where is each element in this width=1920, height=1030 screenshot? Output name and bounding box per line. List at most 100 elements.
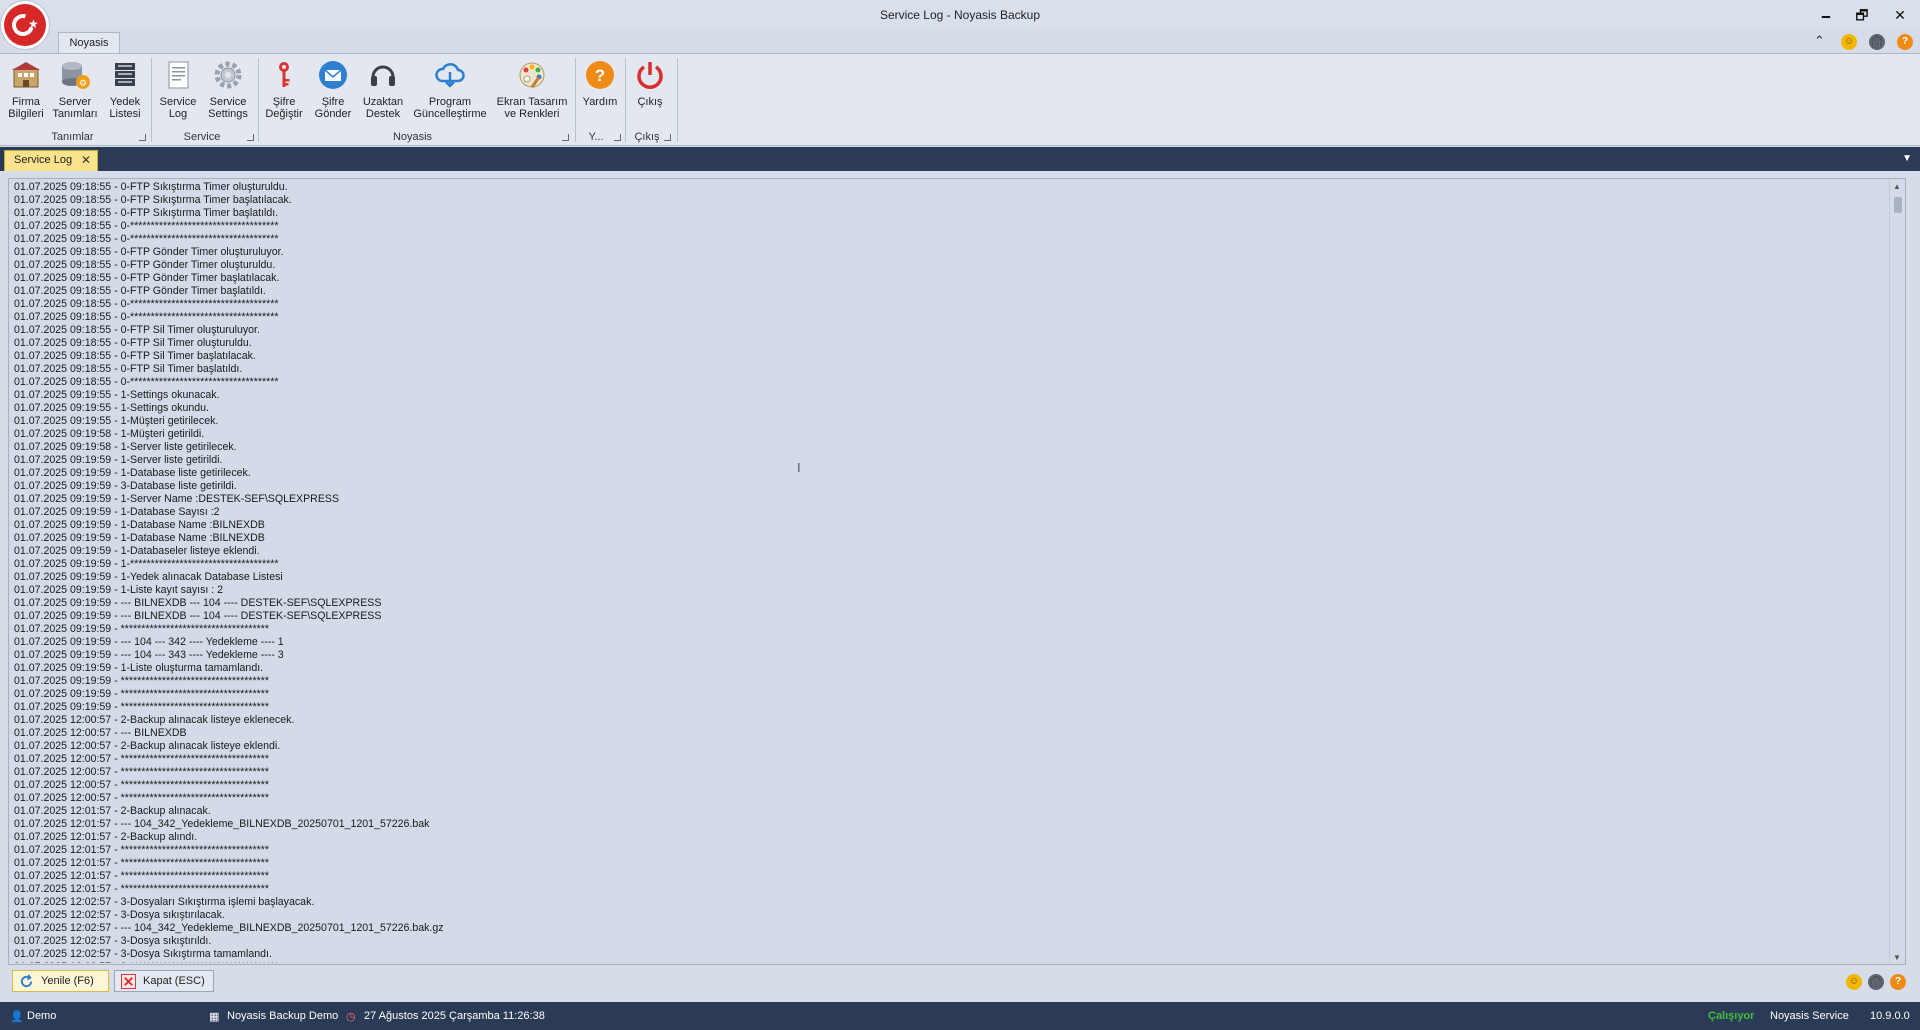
log-line: 01.07.2025 09:18:55 - 0-****************…	[14, 298, 279, 310]
group-launcher-icon[interactable]	[562, 134, 569, 141]
btn-label: Firma	[11, 96, 41, 108]
tab-label: Service Log	[14, 154, 73, 166]
log-line: 01.07.2025 09:18:55 - 0-FTP Gönder Timer…	[14, 272, 280, 284]
refresh-button[interactable]: Yenile (F6)	[12, 970, 109, 992]
status-service[interactable]: Noyasis Service	[1770, 1010, 1849, 1022]
service-log-button[interactable]: Service Log	[156, 58, 200, 120]
service-log-memo[interactable]: 01.07.2025 09:18:55 - 0-FTP Sıkıştırma T…	[8, 178, 1906, 965]
close-label: Kapat (ESC)	[143, 975, 205, 987]
headset-icon	[366, 58, 400, 92]
log-line: 01.07.2025 12:02:57 - 3-Dosya sıkıştırıl…	[14, 909, 225, 921]
backup-list-icon	[108, 58, 142, 92]
minimize-button[interactable]: 🗕	[1813, 4, 1839, 26]
server-tanimlari-button[interactable]: ⚙ Server Tanımları	[52, 58, 98, 120]
close-button[interactable]: ✕	[1887, 4, 1913, 26]
sifre-gonder-button[interactable]: Şifre Gönder	[310, 58, 356, 120]
log-line: 01.07.2025 09:18:55 - 0-FTP Gönder Timer…	[14, 285, 266, 297]
restore-button[interactable]: 🗗	[1849, 4, 1875, 26]
cikis-button[interactable]: Çıkış	[630, 58, 670, 108]
scroll-down-icon[interactable]: ▼	[1893, 953, 1901, 962]
service-settings-button[interactable]: Service Settings	[204, 58, 252, 120]
help-icon[interactable]: ?	[1890, 974, 1906, 990]
tab-list-dropdown-icon[interactable]: ▼	[1902, 153, 1912, 164]
group-launcher-icon[interactable]	[139, 134, 146, 141]
log-line: 01.07.2025 09:19:59 - ******************…	[14, 701, 270, 713]
collapse-ribbon-icon[interactable]: ⌃	[1814, 33, 1825, 49]
close-form-button[interactable]: Kapat (ESC)	[114, 970, 214, 992]
group-launcher-icon[interactable]	[664, 134, 671, 141]
close-tab-icon[interactable]: ✕	[81, 151, 91, 170]
key-icon	[267, 58, 301, 92]
power-icon	[633, 58, 667, 92]
scroll-thumb[interactable]	[1894, 197, 1902, 213]
yedek-listesi-button[interactable]: Yedek Listesi	[104, 58, 146, 120]
log-line: 01.07.2025 12:02:57 - 3-****************…	[14, 961, 1884, 963]
log-line: 01.07.2025 12:00:57 - ******************…	[14, 792, 270, 804]
sifre-degistir-button[interactable]: Şifre Değiştir	[262, 58, 306, 120]
btn-label: Uzaktan	[362, 96, 404, 108]
user-icon: 👤	[10, 1011, 24, 1023]
group-separator	[258, 58, 259, 142]
svg-text:?: ?	[595, 66, 605, 85]
log-line: 01.07.2025 09:18:55 - 0-FTP Sıkıştırma T…	[14, 181, 288, 193]
btn-label: Değiştir	[265, 108, 303, 120]
log-line: 01.07.2025 09:18:55 - 0-FTP Gönder Timer…	[14, 246, 284, 258]
group-separator	[677, 58, 678, 142]
log-line: 01.07.2025 09:18:55 - 0-FTP Sil Timer ol…	[14, 337, 252, 349]
app-logo-icon[interactable]: ★	[4, 4, 46, 46]
btn-label: Çıkış	[637, 96, 663, 108]
btn-label: Güncelleştirme	[413, 108, 487, 120]
bottom-button-bar: Yenile (F6) Kapat (ESC) ☺ 🎧 ?	[0, 967, 1920, 997]
uzaktan-destek-button[interactable]: Uzaktan Destek	[360, 58, 406, 120]
btn-label: Tanımları	[52, 108, 98, 120]
log-document-icon	[161, 58, 195, 92]
help-icon[interactable]: ?	[1897, 34, 1913, 50]
support-headset-icon[interactable]: 🎧	[1869, 34, 1885, 50]
btn-label: ve Renkleri	[504, 108, 560, 120]
log-line: 01.07.2025 09:19:59 - 1-Database Name :B…	[14, 532, 265, 544]
ribbon: Firma Bilgileri ⚙ Server Tanımları Yedek…	[0, 53, 1920, 146]
log-line: 01.07.2025 12:00:57 - 2-Backup alınacak …	[14, 740, 281, 752]
status-datetime: 27 Ağustos 2025 Çarşamba 11:26:38	[364, 1010, 545, 1022]
log-line: 01.07.2025 09:19:55 - 1-Müşteri getirile…	[14, 415, 219, 427]
log-line: 01.07.2025 09:18:55 - 0-FTP Sil Timer ba…	[14, 363, 243, 375]
log-line: 01.07.2025 09:19:59 - 1-Database Sayısı …	[14, 506, 220, 518]
help-circle-icon: ?	[583, 58, 617, 92]
group-separator	[575, 58, 576, 142]
btn-label: Service	[159, 96, 197, 108]
text-cursor-icon: I	[797, 460, 801, 475]
btn-label: Şifre	[321, 96, 345, 108]
log-line: 01.07.2025 09:18:55 - 0-FTP Sıkıştırma T…	[14, 194, 292, 206]
smiley-icon[interactable]: ☺	[1841, 34, 1857, 50]
tab-service-log[interactable]: Service Log ✕	[4, 150, 98, 171]
btn-label: Destek	[365, 108, 401, 120]
btn-label: Listesi	[109, 108, 141, 120]
log-line: 01.07.2025 12:01:57 - 2-Backup alınacak.	[14, 805, 211, 817]
close-red-icon	[121, 974, 136, 989]
refresh-icon	[20, 974, 33, 988]
tab-noyasis[interactable]: Noyasis	[58, 32, 120, 54]
smiley-icon[interactable]: ☺	[1846, 974, 1862, 990]
support-headset-icon[interactable]: 🎧	[1868, 974, 1884, 990]
group-launcher-icon[interactable]	[614, 134, 621, 141]
log-line: 01.07.2025 12:00:57 - ******************…	[14, 766, 270, 778]
log-line: 01.07.2025 09:18:55 - 0-FTP Gönder Timer…	[14, 259, 276, 271]
cloud-download-icon	[433, 58, 467, 92]
yardim-button[interactable]: ? Yardım	[580, 58, 620, 108]
log-line: 01.07.2025 09:19:59 - --- BILNEXDB --- 1…	[14, 610, 382, 622]
ekran-tasarim-button[interactable]: Ekran Tasarım ve Renkleri	[494, 58, 570, 120]
log-line: 01.07.2025 12:00:57 - --- BILNEXDB	[14, 727, 187, 739]
log-line: 01.07.2025 09:18:55 - 0-****************…	[14, 233, 279, 245]
scroll-up-icon[interactable]: ▲	[1893, 182, 1901, 191]
log-line: 01.07.2025 09:19:58 - 1-Müşteri getirild…	[14, 428, 205, 440]
log-line: 01.07.2025 09:19:59 - --- BILNEXDB --- 1…	[14, 597, 382, 609]
vertical-scrollbar[interactable]: ▲ ▼	[1889, 179, 1905, 964]
program-guncellestirme-button[interactable]: Program Güncelleştirme	[410, 58, 490, 120]
star-icon: ★	[28, 17, 39, 31]
log-line: 01.07.2025 12:02:57 - 3-Dosya Sıkıştırma…	[14, 948, 272, 960]
database-server-icon: ⚙	[58, 58, 92, 92]
log-line: 01.07.2025 09:18:55 - 0-****************…	[14, 220, 279, 232]
group-launcher-icon[interactable]	[247, 134, 254, 141]
log-line: 01.07.2025 09:19:59 - 1-Server liste get…	[14, 454, 223, 466]
firma-bilgileri-button[interactable]: Firma Bilgileri	[6, 58, 46, 120]
